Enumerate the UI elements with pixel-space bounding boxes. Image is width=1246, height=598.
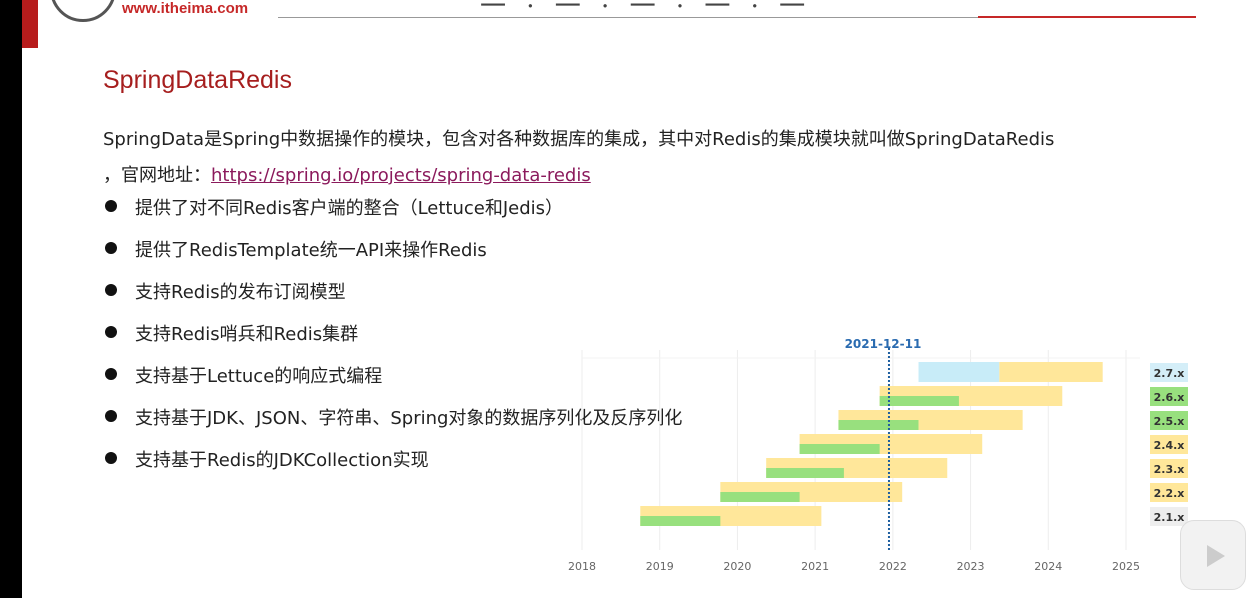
x-tick-label: 2018 xyxy=(568,560,596,573)
marker-label: 2021-12-11 xyxy=(845,337,922,351)
bar-green xyxy=(799,444,880,454)
list-item-text: 提供了对不同Redis客户端的整合（Lettuce和Jedis） xyxy=(135,198,564,219)
list-item-text: 支持基于Lettuce的响应式编程 xyxy=(135,366,383,387)
version-label: 2.7.x xyxy=(1154,367,1185,380)
list-item-text: 支持Redis哨兵和Redis集群 xyxy=(135,324,359,345)
header-slogan-cropped: 一 · 一 · 一 · 一 · 一 xyxy=(480,0,812,22)
intro-line: SpringData是Spring中数据操作的模块，包含对各种数据库的集成，其中… xyxy=(103,129,1055,150)
bullet-icon xyxy=(105,452,117,464)
chart-version-badges: 2.7.x 2.6.x 2.5.x 2.4.x 2.3.x 2.2.x 2.1.x xyxy=(1150,363,1188,526)
slide-title: SpringDataRedis xyxy=(103,66,292,94)
header-divider-accent xyxy=(978,16,1196,18)
list-item-text: 提供了RedisTemplate统一API来操作Redis xyxy=(135,240,487,261)
x-tick-label: 2021 xyxy=(801,560,829,573)
chart-x-axis: 2018 2019 2020 2021 2022 2023 2024 2025 xyxy=(568,560,1140,573)
intro-line-2: ，官网地址：https://spring.io/projects/spring-… xyxy=(103,158,1203,194)
version-label: 2.5.x xyxy=(1154,415,1185,428)
x-tick-label: 2020 xyxy=(723,560,751,573)
bullet-icon xyxy=(105,242,117,254)
chart-bars xyxy=(640,362,1103,526)
bullet-icon xyxy=(105,200,117,212)
video-play-button[interactable] xyxy=(1180,520,1246,590)
list-item: 支持Redis的发布订阅模型 xyxy=(103,278,682,320)
bar-green xyxy=(640,516,721,526)
list-item-text: 支持Redis的发布订阅模型 xyxy=(135,282,346,303)
version-label: 2.1.x xyxy=(1154,511,1185,524)
version-label: 2.6.x xyxy=(1154,391,1185,404)
bar-green xyxy=(879,396,959,406)
left-red-accent xyxy=(22,0,38,48)
list-item: 提供了对不同Redis客户端的整合（Lettuce和Jedis） xyxy=(103,194,682,236)
logo-icon xyxy=(50,0,116,22)
bar-yellow xyxy=(999,362,1103,382)
intro-cont: ，官网地址： xyxy=(103,165,211,186)
version-label: 2.2.x xyxy=(1154,487,1185,500)
x-tick-label: 2023 xyxy=(957,560,985,573)
release-timeline-chart: 2.7.x 2.6.x 2.5.x 2.4.x 2.3.x 2.2.x 2.1.x 2018… xyxy=(568,337,1188,573)
x-tick-label: 2024 xyxy=(1034,560,1062,573)
left-edge-bar xyxy=(0,0,22,598)
play-icon xyxy=(1207,545,1225,567)
bar-green xyxy=(838,420,919,430)
bullet-icon xyxy=(105,284,117,296)
x-tick-label: 2022 xyxy=(879,560,907,573)
intro-paragraph: SpringData是Spring中数据操作的模块，包含对各种数据库的集成，其中… xyxy=(103,122,1203,194)
x-tick-label: 2025 xyxy=(1112,560,1140,573)
version-label: 2.4.x xyxy=(1154,439,1185,452)
bullet-icon xyxy=(105,368,117,380)
version-label: 2.3.x xyxy=(1154,463,1185,476)
bullet-icon xyxy=(105,410,117,422)
bar-green xyxy=(720,492,800,502)
site-url: www.itheima.com xyxy=(122,0,249,17)
bar-green xyxy=(766,468,844,478)
spring-data-redis-link[interactable]: https://spring.io/projects/spring-data-r… xyxy=(211,165,591,186)
list-item: 提供了RedisTemplate统一API来操作Redis xyxy=(103,236,682,278)
bar-blue xyxy=(918,362,1000,382)
list-item-text: 支持基于Redis的JDKCollection实现 xyxy=(135,450,429,471)
bullet-icon xyxy=(105,326,117,338)
x-tick-label: 2019 xyxy=(646,560,674,573)
